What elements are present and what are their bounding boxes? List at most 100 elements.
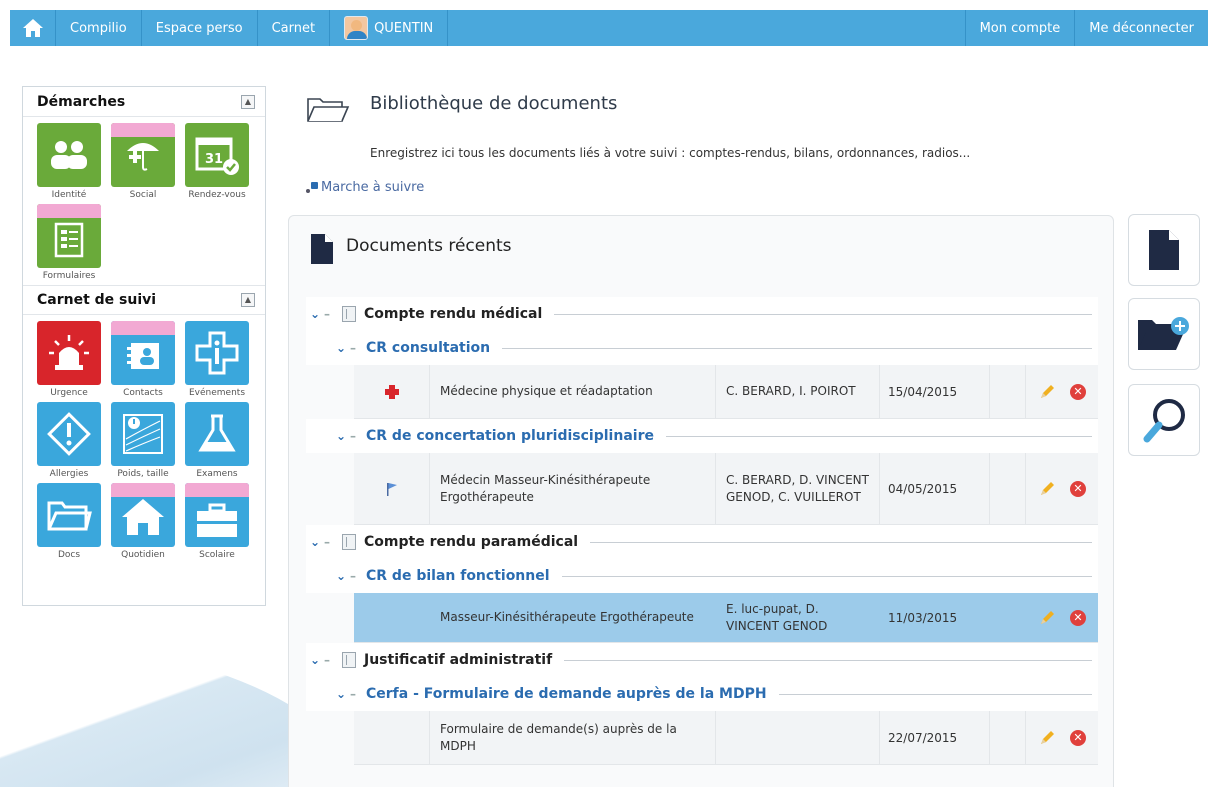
chevron-down-icon[interactable]: ⌄	[332, 687, 350, 701]
tile-label: Social	[129, 190, 157, 200]
nav-compilio[interactable]: Compilio	[56, 10, 142, 46]
document-date: 22/07/2015	[880, 711, 990, 764]
document-type: Médecin Masseur-Kinésithérapeute Ergothé…	[430, 453, 716, 524]
forms-icon	[37, 204, 101, 268]
tile-rendez-vous[interactable]: 31 Rendez-vous	[181, 123, 253, 200]
divider	[554, 313, 1092, 315]
tile-label: Docs	[57, 550, 81, 560]
avatar	[344, 16, 369, 40]
demarches-title: Démarches	[37, 93, 126, 110]
edit-pencil-icon[interactable]	[1038, 729, 1056, 747]
howto-link[interactable]: Marche à suivre	[306, 180, 424, 195]
document-icon	[309, 233, 335, 269]
chevron-down-icon[interactable]: ⌄	[332, 569, 350, 583]
identity-icon	[37, 123, 101, 187]
tile-label: Poids, taille	[117, 469, 169, 479]
tile-contacts[interactable]: Contacts	[107, 321, 179, 398]
divider	[665, 435, 1092, 437]
collapse-demarches-button[interactable]: ▲	[241, 94, 255, 109]
user-name: QUENTIN	[374, 20, 434, 36]
divider	[564, 659, 1092, 661]
documents-tree: ⌄ – Compte rendu médical ⌄ – CR consulta…	[306, 297, 1098, 765]
category-row[interactable]: ⌄ – Compte rendu paramédical	[306, 525, 1098, 559]
demarches-tiles: Identité Social 31 Rendez-vous Formulair…	[23, 117, 265, 285]
calendar-icon: 31	[185, 123, 249, 187]
document-row[interactable]: Masseur-Kinésithérapeute Ergothérapeute …	[354, 593, 1098, 643]
tile-label: Formulaires	[42, 271, 96, 281]
document-type: Médecine physique et réadaptation	[430, 365, 716, 418]
book-icon	[342, 652, 356, 668]
delete-icon[interactable]: ✕	[1070, 729, 1086, 746]
tile-identite[interactable]: Identité	[33, 123, 105, 200]
document-row[interactable]: Médecine physique et réadaptation C. BER…	[354, 365, 1098, 419]
subcategory-row[interactable]: ⌄ – CR de concertation pluridisciplinair…	[306, 419, 1098, 453]
subcategory-row[interactable]: ⌄ – CR consultation	[306, 331, 1098, 365]
category-row[interactable]: ⌄ – Compte rendu médical	[306, 297, 1098, 331]
scale-icon	[111, 402, 175, 466]
document-row[interactable]: Formulaire de demande(s) auprès de la MD…	[354, 711, 1098, 765]
house-icon	[111, 483, 175, 547]
top-navigation: Compilio Espace perso Carnet QUENTIN Mon…	[10, 10, 1208, 46]
delete-icon[interactable]: ✕	[1070, 480, 1086, 497]
tile-poids-taille[interactable]: Poids, taille	[107, 402, 179, 479]
library-folder-icon	[306, 96, 350, 128]
chevron-down-icon[interactable]: ⌄	[332, 341, 350, 355]
chevron-down-icon[interactable]: ⌄	[306, 653, 324, 667]
tile-label: Allergies	[49, 469, 89, 479]
recent-documents-title: Documents récents	[346, 236, 512, 256]
tile-quotidien[interactable]: Quotidien	[107, 483, 179, 560]
document-date: 15/04/2015	[880, 365, 990, 418]
document-row[interactable]: Médecin Masseur-Kinésithérapeute Ergothé…	[354, 453, 1098, 525]
tile-label: Identité	[51, 190, 87, 200]
subcategory-row[interactable]: ⌄ – CR de bilan fonctionnel	[306, 559, 1098, 593]
carnet-title: Carnet de suivi	[37, 292, 157, 308]
home-icon	[22, 19, 43, 37]
search-button[interactable]	[1128, 384, 1200, 456]
document-authors	[716, 711, 880, 764]
tile-formulaires[interactable]: Formulaires	[33, 204, 105, 281]
tile-scolaire[interactable]: Scolaire	[181, 483, 253, 560]
tile-docs[interactable]: Docs	[33, 483, 105, 560]
tile-label: Urgence	[50, 388, 88, 398]
edit-pencil-icon[interactable]	[1038, 480, 1056, 498]
delete-icon[interactable]: ✕	[1070, 383, 1086, 400]
tile-examens[interactable]: Examens	[181, 402, 253, 479]
tile-social[interactable]: Social	[107, 123, 179, 200]
subcategory-row[interactable]: ⌄ – Cerfa - Formulaire de demande auprès…	[306, 677, 1098, 711]
delete-icon[interactable]: ✕	[1070, 609, 1086, 626]
collapse-carnet-button[interactable]: ▲	[241, 293, 255, 307]
nav-espace-perso[interactable]: Espace perso	[142, 10, 258, 46]
divider	[778, 693, 1092, 695]
nav-user[interactable]: QUENTIN	[330, 10, 449, 46]
warning-icon	[37, 402, 101, 466]
new-document-icon	[1149, 230, 1179, 270]
tile-evenements[interactable]: Evénements	[181, 321, 253, 398]
nav-carnet[interactable]: Carnet	[258, 10, 331, 46]
tile-allergies[interactable]: Allergies	[33, 402, 105, 479]
info-icon	[185, 321, 249, 385]
add-folder-icon	[1138, 317, 1189, 350]
add-folder-button[interactable]	[1128, 298, 1200, 370]
tile-urgence[interactable]: Urgence	[33, 321, 105, 398]
category-row[interactable]: ⌄ – Justificatif administratif	[306, 643, 1098, 677]
document-authors: E. luc-pupat, D. VINCENT GENOD	[716, 593, 880, 642]
chevron-down-icon[interactable]: ⌄	[306, 535, 324, 549]
chevron-down-icon[interactable]: ⌄	[332, 429, 350, 443]
category-name: Compte rendu médical	[364, 306, 543, 322]
edit-pencil-icon[interactable]	[1038, 609, 1056, 627]
new-document-button[interactable]	[1128, 214, 1200, 286]
tile-label: Evénements	[188, 388, 246, 398]
document-authors: C. BERARD, D. VINCENT GENOD, C. VUILLERO…	[716, 453, 880, 524]
tile-label: Scolaire	[199, 550, 235, 560]
folder-icon	[37, 483, 101, 547]
subcategory-name: CR consultation	[366, 340, 491, 356]
home-button[interactable]	[10, 10, 56, 46]
divider	[561, 575, 1092, 577]
nav-deconnecter[interactable]: Me déconnecter	[1074, 10, 1208, 46]
edit-pencil-icon[interactable]	[1038, 383, 1056, 401]
category-name: Justificatif administratif	[364, 652, 553, 668]
nav-mon-compte[interactable]: Mon compte	[964, 10, 1075, 46]
alarm-icon	[37, 321, 101, 385]
carnet-header: Carnet de suivi ▲	[23, 285, 265, 315]
chevron-down-icon[interactable]: ⌄	[306, 307, 324, 321]
